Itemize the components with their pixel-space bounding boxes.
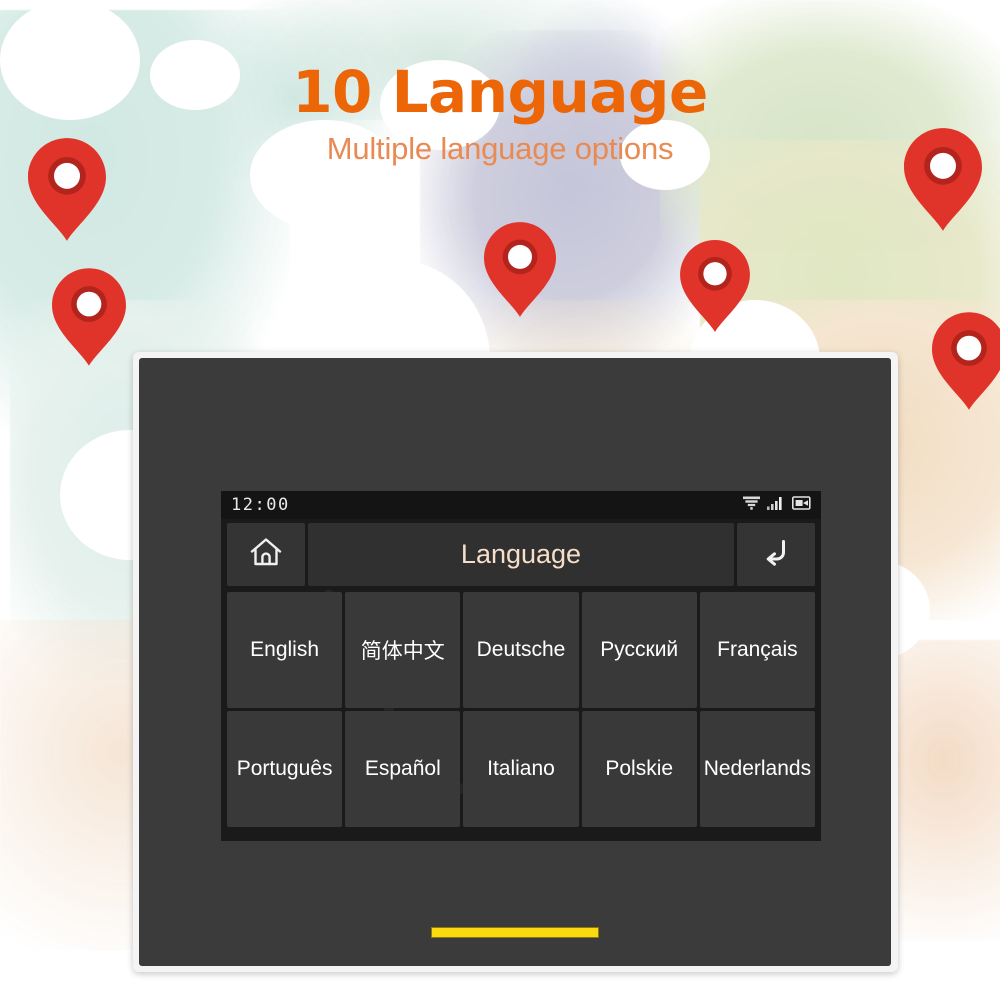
language-option[interactable]: Русский [581,592,697,708]
home-icon [249,536,283,573]
pin-north-america-2 [52,268,126,366]
pin-europe-east [680,240,750,332]
device-accent-bar [431,927,599,938]
language-grid: English 简体中文 Deutsche Русский Français Portug… [227,592,815,827]
language-option[interactable]: Français [699,592,815,708]
pin-asia-north [904,128,982,231]
language-option[interactable]: Español [345,711,461,827]
signal-bars-icon [767,496,785,515]
head-unit-device: 12:00 Language English 简体中文 Deutsche Рус… [133,352,898,972]
screen-title-area: Language [308,523,734,586]
sd-card-icon [792,495,811,515]
wifi-icon [743,496,760,515]
home-button[interactable] [227,523,305,586]
language-option[interactable]: Português [227,711,343,827]
language-option[interactable]: Polskie [581,711,697,827]
screen-title: Language [460,539,582,569]
screen-title-bar: Language [227,523,815,586]
page-title: 10 Language [292,58,708,126]
language-option[interactable]: Italiano [463,711,579,827]
language-option[interactable]: 简体中文 [345,592,461,708]
back-arrow-icon [759,536,793,573]
status-icon-group [743,495,811,515]
status-clock: 12:00 [231,495,290,515]
page-subtitle: Multiple language options [326,130,674,166]
language-option[interactable]: Nederlands [699,711,815,827]
status-bar: 12:00 [221,491,821,519]
back-button[interactable] [737,523,815,586]
pin-north-america-1 [28,138,106,241]
device-screen: 12:00 Language English 简体中文 Deutsche Рус… [221,491,821,841]
pin-asia-south [932,312,1000,410]
language-option[interactable]: English [227,592,343,708]
pin-europe-west [484,222,556,317]
device-body: 12:00 Language English 简体中文 Deutsche Рус… [139,358,891,966]
promo-headline-block: 10 Language Multiple language options [0,62,1000,167]
language-option[interactable]: Deutsche [463,592,579,708]
